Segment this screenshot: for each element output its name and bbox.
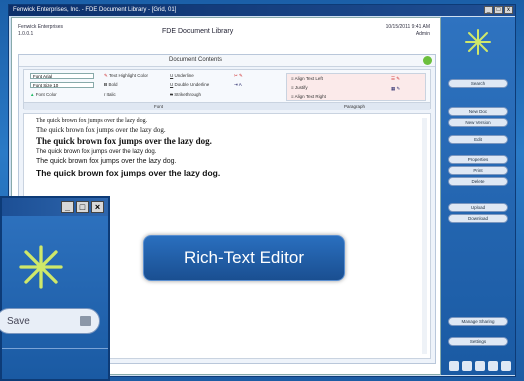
align-left-label: Align Text Left [294, 76, 323, 81]
footer-icon[interactable] [449, 361, 459, 371]
callout-label: Rich-Text Editor [184, 248, 304, 267]
page-title: FDE Document Library [162, 28, 234, 35]
italic-icon: I [104, 92, 106, 97]
search-button[interactable]: Search [448, 79, 508, 88]
italic-label: Italic [106, 92, 116, 97]
align-right-button[interactable]: ≡ Align Text Right [291, 94, 326, 99]
double-underline-button[interactable]: U Double Underline [170, 82, 209, 87]
footer-icon[interactable] [501, 361, 511, 371]
justify-label: Justify [294, 85, 308, 90]
double-underline-icon: U [170, 82, 174, 87]
save-button[interactable]: Save [0, 308, 100, 334]
underline-button[interactable]: U Underline [170, 73, 194, 78]
doc-line: The quick brown fox jumps over the lazy … [36, 136, 212, 146]
ribbon-toolbar: Font Arial Font Size 10 ▲ Font Color ✎ T… [23, 69, 431, 110]
download-button[interactable]: Download [448, 214, 508, 223]
tools-icon[interactable]: ✂ ✎ [234, 73, 243, 79]
logo-icon [465, 29, 491, 55]
close-button[interactable]: × [91, 201, 104, 213]
font-size-select[interactable]: Font Size 10 [30, 82, 94, 88]
window-title: Fenwick Enterprises, Inc. - FDE Document… [13, 7, 177, 13]
strikethrough-button[interactable]: S Strikethrough [170, 92, 201, 97]
logo-icon [19, 245, 63, 289]
close-button[interactable]: x [504, 6, 513, 14]
paragraph-group: ≡ Align Text Left ≡ Justify ≡ Align Text… [286, 73, 426, 101]
header-left: Fenwick Enterprises 1.0.0.1 [18, 24, 63, 38]
group-font-label: Font [154, 104, 164, 109]
secondary-title-bar: _ □ × [2, 198, 108, 216]
font-select[interactable]: Font Arial [30, 73, 94, 79]
footer-icon[interactable] [462, 361, 472, 371]
panel-header: Document Contents [19, 55, 435, 67]
align-right-label: Align Text Right [294, 94, 326, 99]
header-company: Fenwick Enterprises [18, 24, 64, 30]
save-label: Save [7, 316, 30, 327]
manage-sharing-button[interactable]: Manage Sharing [448, 317, 508, 326]
sidebar: Search New Doc New Version Edit Properti… [441, 17, 515, 375]
settings-button[interactable]: Settings [448, 337, 508, 346]
justify-icon: ≡ [291, 85, 294, 90]
doc-line: The quick brown fox jumps over the lazy … [36, 149, 157, 155]
ribbon-group-labels: Font Paragraph [24, 102, 430, 110]
align-left-button[interactable]: ≡ Align Text Left [291, 76, 323, 81]
upload-button[interactable]: Upload [448, 203, 508, 212]
doc-line: The quick brown fox jumps over the lazy … [36, 118, 148, 124]
minimize-button[interactable]: _ [484, 6, 493, 14]
strikethrough-icon: S [170, 92, 174, 97]
font-color-icon: ▲ [30, 92, 35, 97]
panel-toggle-icon[interactable] [423, 56, 432, 65]
print-button[interactable]: Print [448, 166, 508, 175]
table-icon[interactable]: ▦ ✎ [391, 86, 400, 92]
new-doc-button[interactable]: New Doc [448, 107, 508, 116]
delete-button[interactable]: Delete [448, 177, 508, 186]
align-right-icon: ≡ [291, 94, 294, 99]
indent-icon[interactable]: ⇥ A [234, 82, 242, 88]
font-color-label: Font Color [35, 92, 57, 97]
italic-button[interactable]: I Italic [104, 92, 116, 97]
footer-icon[interactable] [475, 361, 485, 371]
new-version-button[interactable]: New Version [448, 118, 508, 127]
bold-label: Bold [108, 82, 118, 87]
doc-scrollbar[interactable] [422, 118, 427, 354]
header-right: 10/15/2011 9:41 AM Admin [386, 24, 430, 38]
panel-title: Document Contents [169, 57, 223, 63]
header-date: 10/15/2011 9:41 AM [385, 24, 430, 30]
footer-icon[interactable] [488, 361, 498, 371]
doc-line: The quick brown fox jumps over the lazy … [36, 158, 177, 165]
edit-button[interactable]: Edit [448, 135, 508, 144]
window-controls: _ □ x [484, 6, 513, 14]
list-icon[interactable]: ☰ ✎ [391, 76, 400, 82]
properties-button[interactable]: Properties [448, 155, 508, 164]
doc-line: The quick brown fox jumps over the lazy … [36, 126, 166, 134]
feature-callout: Rich-Text Editor [143, 235, 345, 281]
highlight-icon: ✎ [104, 73, 108, 78]
minimize-button[interactable]: _ [61, 201, 74, 213]
maximize-button[interactable]: □ [76, 201, 89, 213]
doc-line: The quick brown fox jumps over the lazy … [36, 168, 221, 178]
double-underline-label: Double Underline [174, 82, 210, 87]
group-paragraph-label: Paragraph [344, 104, 366, 109]
justify-button[interactable]: ≡ Justify [291, 85, 308, 90]
highlight-label: Text Highlight Color [108, 73, 148, 78]
underline-label: Underline [174, 73, 194, 78]
underline-icon: U [170, 73, 174, 78]
header-user: Admin [415, 31, 430, 37]
title-bar: Fenwick Enterprises, Inc. - FDE Document… [9, 5, 515, 16]
save-icon [80, 316, 91, 326]
strikethrough-label: Strikethrough [174, 92, 202, 97]
secondary-lower-area [2, 348, 108, 380]
font-color-button[interactable]: ▲ Font Color [30, 92, 57, 97]
maximize-button[interactable]: □ [494, 6, 503, 14]
align-left-icon: ≡ [291, 76, 294, 81]
highlight-button[interactable]: ✎ Text Highlight Color [104, 73, 148, 79]
bold-icon: B [104, 82, 108, 87]
sidebar-footer-icons [449, 361, 511, 371]
secondary-window-controls: _ □ × [61, 201, 104, 213]
secondary-window: _ □ × Save [0, 196, 110, 381]
header-version: 1.0.0.1 [18, 31, 34, 37]
bold-button[interactable]: B Bold [104, 82, 118, 87]
